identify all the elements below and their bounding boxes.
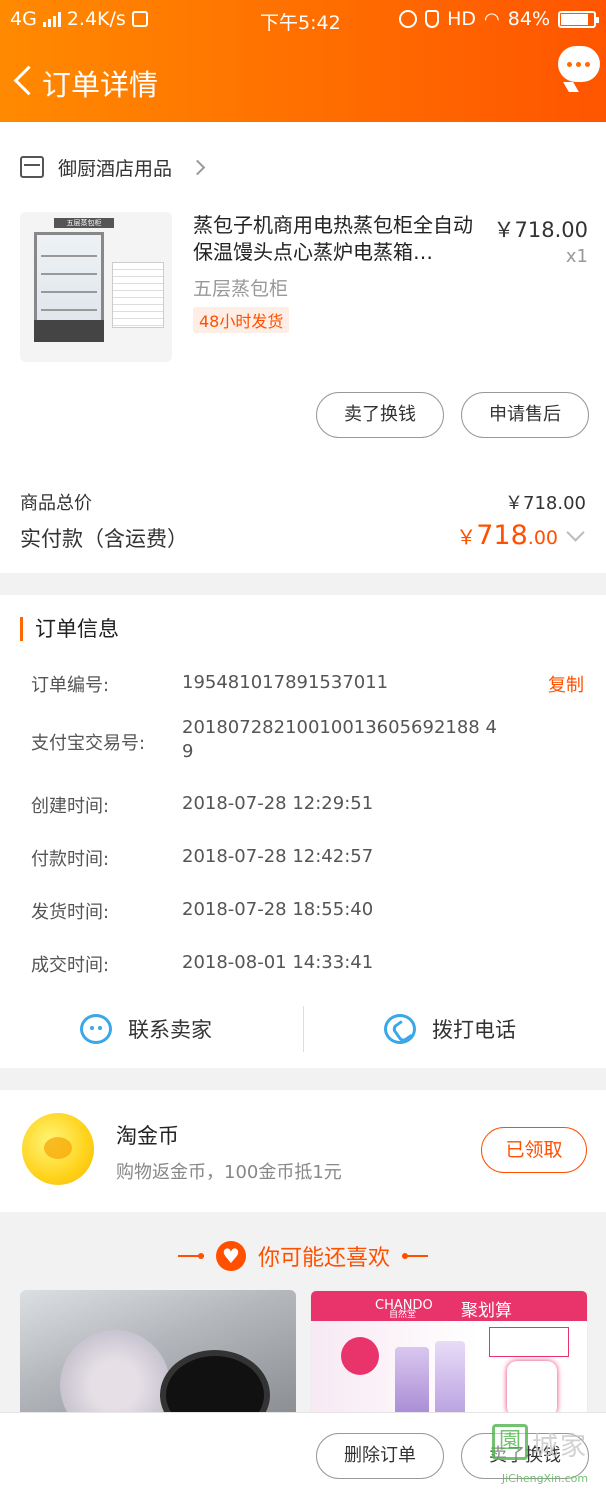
- paid-decimal: .00: [527, 527, 558, 549]
- call-phone-button[interactable]: 拨打电话: [384, 1003, 516, 1055]
- coins-title: 淘金币: [116, 1124, 179, 1148]
- shipped-time-label: 发货时间:: [31, 902, 110, 923]
- recommend-item-2[interactable]: CHANDO 自然堂 聚划算: [310, 1290, 588, 1414]
- chat-icon: [80, 1014, 112, 1044]
- shop-name: 御厨酒店用品: [58, 157, 173, 180]
- product-title[interactable]: 蒸包子机商用电热蒸包柜全自动保温馒头点心蒸炉电蒸箱…: [193, 212, 485, 266]
- paid-amount-label: 实付款（含运费）: [20, 527, 188, 551]
- created-time-label: 创建时间:: [31, 796, 110, 817]
- cleanser-badge-image: [341, 1337, 379, 1375]
- alipay-trade-no-label: 支付宝交易号:: [31, 733, 146, 754]
- nav-bar: 订单详情: [0, 42, 606, 122]
- order-number-value: 195481017891537011: [182, 672, 389, 693]
- status-bar: 4G 2.4K/s 下午5:42 HD ◠ 84%: [0, 0, 606, 42]
- coins-subtitle: 购物返金币，100金币抵1元: [116, 1162, 342, 1183]
- alarm-icon: [399, 10, 418, 28]
- shop-link[interactable]: 御厨酒店用品: [20, 152, 206, 182]
- shipping-tag: 48小时发货: [193, 307, 290, 333]
- order-info-title: 订单信息: [20, 617, 119, 641]
- promo-banner: CHANDO 自然堂 聚划算: [311, 1291, 587, 1321]
- product-sku: 五层蒸包柜: [193, 278, 289, 300]
- network-speed: 2.4K/s: [66, 8, 126, 30]
- status-left: 4G 2.4K/s: [10, 8, 148, 30]
- site-watermark: 園 城家 JiChengXin.com: [486, 1420, 606, 1500]
- product-price: ￥718.00: [493, 218, 588, 242]
- back-icon[interactable]: [8, 62, 38, 102]
- status-time: 下午5:42: [260, 12, 341, 34]
- order-info-card: [0, 595, 606, 1068]
- bottle-image: [395, 1347, 429, 1413]
- paid-time-label: 付款时间:: [31, 849, 110, 870]
- alipay-trade-no-value: 20180728210010013605692188 49: [182, 717, 497, 762]
- product-thumbnail[interactable]: 五层蒸包柜: [20, 212, 172, 362]
- paid-amount-value: ￥718.00: [456, 520, 558, 551]
- status-right: HD ◠ 84%: [399, 8, 599, 30]
- recommend-header: 你可能还喜欢: [0, 1236, 606, 1276]
- completed-time-label: 成交时间:: [31, 955, 110, 976]
- compact-case-image: [160, 1350, 270, 1414]
- header-bar: 4G 2.4K/s 下午5:42 HD ◠ 84% 订单详情: [0, 0, 606, 122]
- brand-name-cn: 自然堂: [389, 1310, 417, 1320]
- shop-icon: [20, 156, 44, 178]
- paid-integer: 718: [476, 520, 528, 551]
- copy-button[interactable]: 复制: [548, 671, 584, 697]
- network-type: 4G: [10, 8, 37, 30]
- contact-seller-button[interactable]: 联系卖家: [80, 1003, 212, 1055]
- mute-icon: [425, 10, 440, 28]
- steamer-base-image: [34, 320, 104, 342]
- bottle-image-2: [435, 1341, 465, 1413]
- thumbnail-label: 五层蒸包柜: [54, 218, 114, 228]
- battery-icon: [558, 10, 599, 28]
- hd-indicator: HD: [447, 8, 477, 30]
- goods-total-label: 商品总价: [20, 493, 92, 514]
- contact-divider: [303, 1006, 304, 1052]
- sell-item-button[interactable]: 卖了换钱: [316, 392, 444, 438]
- signal-icon: [42, 11, 61, 27]
- call-phone-label: 拨打电话: [432, 1018, 516, 1042]
- watermark-url: JiChengXin.com: [501, 1472, 589, 1485]
- after-sale-button[interactable]: 申请售后: [461, 392, 589, 438]
- shipped-time-value: 2018-07-28 18:55:40: [182, 899, 374, 920]
- powder-puff-image: [60, 1330, 170, 1414]
- paid-time-value: 2018-07-28 12:42:57: [182, 846, 374, 867]
- completed-time-value: 2018-08-01 14:33:41: [182, 952, 374, 973]
- beauty-device-image: [507, 1361, 557, 1413]
- wifi-icon: ◠: [484, 8, 500, 30]
- phone-icon: [384, 1014, 416, 1044]
- more-menu-icon[interactable]: [558, 46, 600, 82]
- chevron-right-icon: [189, 159, 206, 175]
- claimed-button[interactable]: 已领取: [481, 1127, 587, 1173]
- recommend-title: 你可能还喜欢: [257, 1246, 390, 1271]
- gift-tag-image: [489, 1327, 569, 1357]
- heart-icon: [215, 1241, 246, 1271]
- watermark-text: 城家: [532, 1432, 589, 1462]
- contact-seller-label: 联系卖家: [128, 1018, 212, 1042]
- goods-total-value: ￥718.00: [505, 493, 586, 514]
- header-deco-left: [177, 1255, 204, 1257]
- recommend-item-1[interactable]: [20, 1290, 296, 1414]
- order-number-label: 订单编号:: [31, 675, 110, 696]
- paid-currency: ￥: [456, 525, 477, 549]
- page-title: 订单详情: [42, 68, 159, 102]
- created-time-value: 2018-07-28 12:29:51: [182, 793, 374, 814]
- battery-percent: 84%: [507, 8, 550, 30]
- data-saver-icon: [131, 11, 148, 27]
- gold-coin-icon: [22, 1113, 94, 1185]
- delete-order-button[interactable]: 删除订单: [316, 1433, 444, 1479]
- header-deco-right: [402, 1255, 428, 1257]
- watermark-logo: 園: [492, 1424, 528, 1460]
- spec-table-image: [112, 262, 164, 328]
- product-quantity: x1: [565, 246, 588, 267]
- promo-label: 聚划算: [461, 1301, 512, 1321]
